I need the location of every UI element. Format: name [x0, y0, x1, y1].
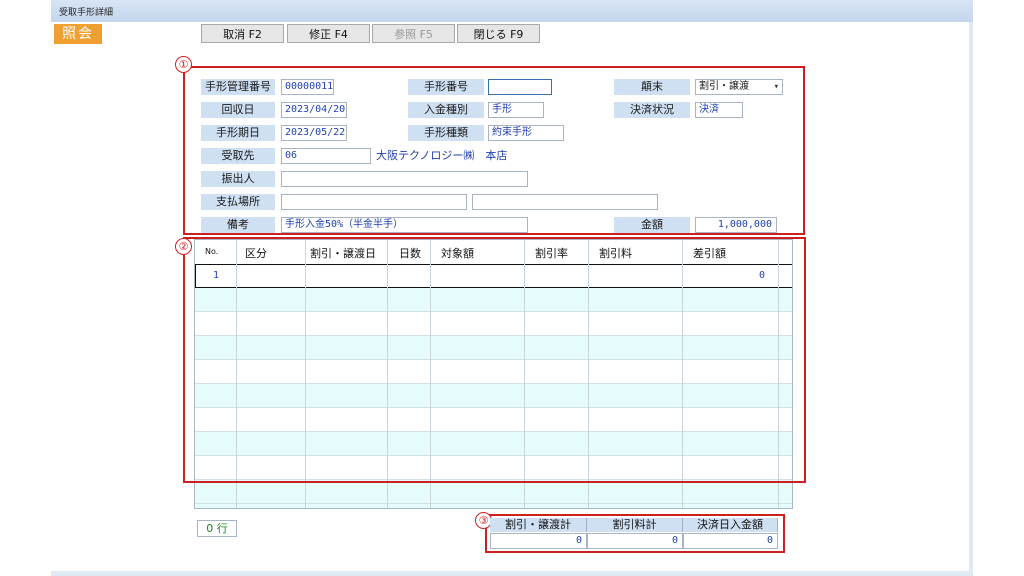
- settlement-status-label: 決済状況: [614, 102, 690, 118]
- row-count-indicator: 0 行: [197, 520, 237, 537]
- bill-type-label: 手形種類: [408, 125, 484, 141]
- amount-field[interactable]: 1,000,000: [695, 217, 777, 233]
- window-title: 受取手形詳細: [59, 8, 114, 18]
- drawer-label: 振出人: [201, 171, 275, 187]
- due-date-field[interactable]: 2023/05/22: [281, 125, 347, 141]
- section-marker-1: ①: [175, 56, 192, 73]
- grid-section-highlight: [183, 237, 806, 483]
- outcome-select[interactable]: 割引・譲渡 ▾: [695, 79, 783, 95]
- section-marker-2: ②: [175, 238, 192, 255]
- remarks-label: 備考: [201, 217, 275, 233]
- remarks-field[interactable]: 手形入金50%（半金半手）: [281, 217, 528, 233]
- total-fee-header: 割引料計: [587, 518, 683, 532]
- drawer-field[interactable]: [281, 171, 528, 187]
- payee-label: 受取先: [201, 148, 275, 164]
- mode-badge: 照会: [54, 24, 102, 44]
- title-bar: 受取手形詳細: [51, 0, 973, 22]
- outcome-value: 割引・譲渡: [699, 81, 749, 92]
- bill-mgmt-no-label: 手形管理番号: [201, 79, 275, 95]
- collection-date-field[interactable]: 2023/04/20: [281, 102, 347, 118]
- close-button[interactable]: 閉じる F9: [457, 24, 540, 43]
- bill-no-field[interactable]: [488, 79, 552, 95]
- bill-mgmt-no-field[interactable]: 00000011: [281, 79, 334, 95]
- chevron-down-icon[interactable]: ▾: [774, 80, 779, 94]
- cancel-button[interactable]: 取消 F2: [201, 24, 284, 43]
- bill-type-field[interactable]: 約束手形: [488, 125, 564, 141]
- settlement-status-field[interactable]: 決済: [695, 102, 743, 118]
- total-discount-value: 0: [490, 533, 587, 549]
- amount-label: 金額: [614, 217, 690, 233]
- payee-name: 大阪テクノロジー㈱ 本店: [376, 149, 508, 162]
- payment-place-field-1[interactable]: [281, 194, 467, 210]
- edit-button[interactable]: 修正 F4: [287, 24, 370, 43]
- total-discount-header: 割引・譲渡計: [490, 518, 587, 532]
- outcome-label: 顛末: [614, 79, 690, 95]
- deposit-type-label: 入金種別: [408, 102, 484, 118]
- deposit-type-field[interactable]: 手形: [488, 102, 544, 118]
- collection-date-label: 回収日: [201, 102, 275, 118]
- payment-place-label: 支払場所: [201, 194, 275, 210]
- payee-code-field[interactable]: 06: [281, 148, 371, 164]
- reference-button[interactable]: 参照 F5: [372, 24, 455, 43]
- total-fee-value: 0: [587, 533, 683, 549]
- table-row[interactable]: [195, 480, 792, 504]
- settlement-deposit-value: 0: [683, 533, 778, 549]
- settlement-deposit-header: 決済日入金額: [683, 518, 778, 532]
- bill-no-label: 手形番号: [408, 79, 484, 95]
- payment-place-field-2[interactable]: [472, 194, 658, 210]
- due-date-label: 手形期日: [201, 125, 275, 141]
